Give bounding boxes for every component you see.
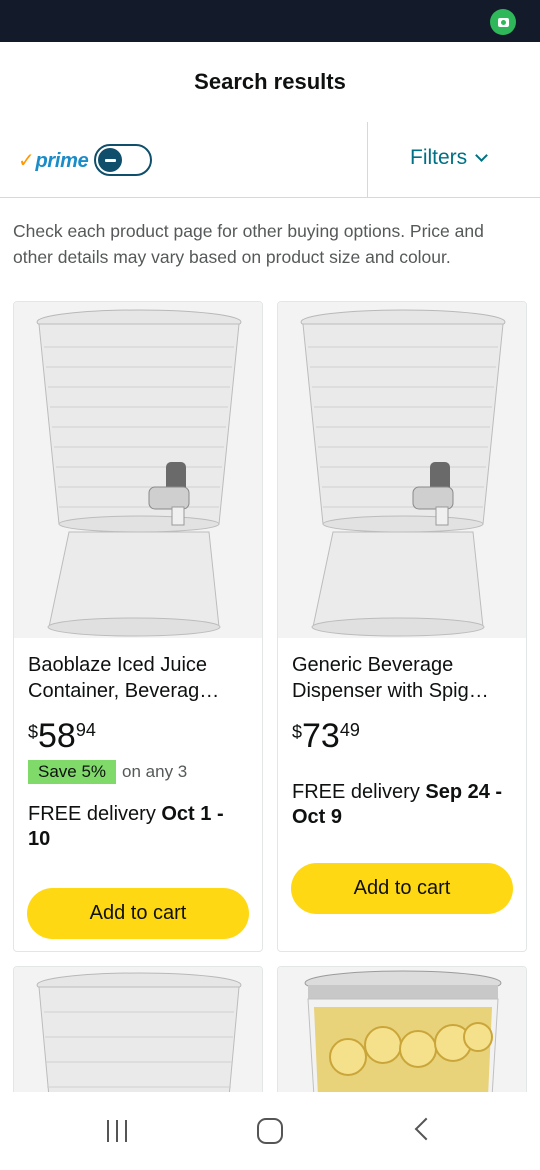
product-card[interactable] (13, 966, 263, 1096)
filters-button[interactable]: Filters (410, 146, 489, 170)
add-to-cart-button[interactable]: Add to cart (291, 863, 513, 914)
beverage-dispenser-image (300, 309, 506, 637)
product-image[interactable] (278, 967, 526, 1095)
delivery-info: FREE delivery Sep 24 - Oct 9 (292, 781, 503, 828)
save-note: on any 3 (122, 762, 188, 781)
prime-logo: ✓prime (18, 149, 89, 172)
page-header: Search results (0, 42, 540, 122)
status-bar (0, 0, 540, 42)
product-card[interactable]: Baoblaze Iced Juice Container, Beverag… … (13, 301, 263, 952)
divider (367, 122, 368, 198)
recent-apps-icon[interactable] (107, 1120, 127, 1142)
product-title[interactable]: Baoblaze Iced Juice Container, Beverag… (28, 652, 248, 704)
system-nav-bar (0, 1092, 540, 1170)
product-card[interactable]: Generic Beverage Dispenser with Spig… $ … (277, 301, 527, 952)
product-price: $ 58 94 (28, 717, 96, 755)
home-icon[interactable] (257, 1118, 283, 1144)
screen-record-icon (490, 9, 516, 35)
product-card[interactable] (277, 966, 527, 1096)
save-offer: Save 5% on any 3 (28, 760, 248, 784)
prime-toggle[interactable] (94, 144, 153, 176)
product-image[interactable] (14, 302, 262, 638)
buying-options-notice: Check each product page for other buying… (13, 221, 484, 267)
product-image[interactable] (14, 967, 262, 1095)
prime-filter[interactable]: ✓prime (18, 144, 153, 176)
filter-row: ✓prime Filters (0, 122, 540, 198)
lemonade-dispenser-image (304, 970, 502, 1095)
prime-check-icon: ✓ (18, 149, 35, 172)
toggle-knob-icon (98, 148, 123, 172)
filters-label: Filters (410, 146, 468, 169)
back-icon[interactable] (414, 1117, 438, 1141)
beverage-dispenser-image (36, 972, 242, 1095)
delivery-info: FREE delivery Oct 1 - 10 (28, 803, 224, 850)
save-badge: Save 5% (28, 760, 117, 784)
beverage-dispenser-image (36, 309, 242, 637)
product-title[interactable]: Generic Beverage Dispenser with Spig… (292, 652, 512, 704)
product-image[interactable] (278, 302, 526, 638)
chevron-down-icon (475, 148, 489, 162)
product-price: $ 73 49 (292, 717, 360, 755)
page-title: Search results (194, 69, 346, 94)
add-to-cart-button[interactable]: Add to cart (27, 888, 249, 939)
